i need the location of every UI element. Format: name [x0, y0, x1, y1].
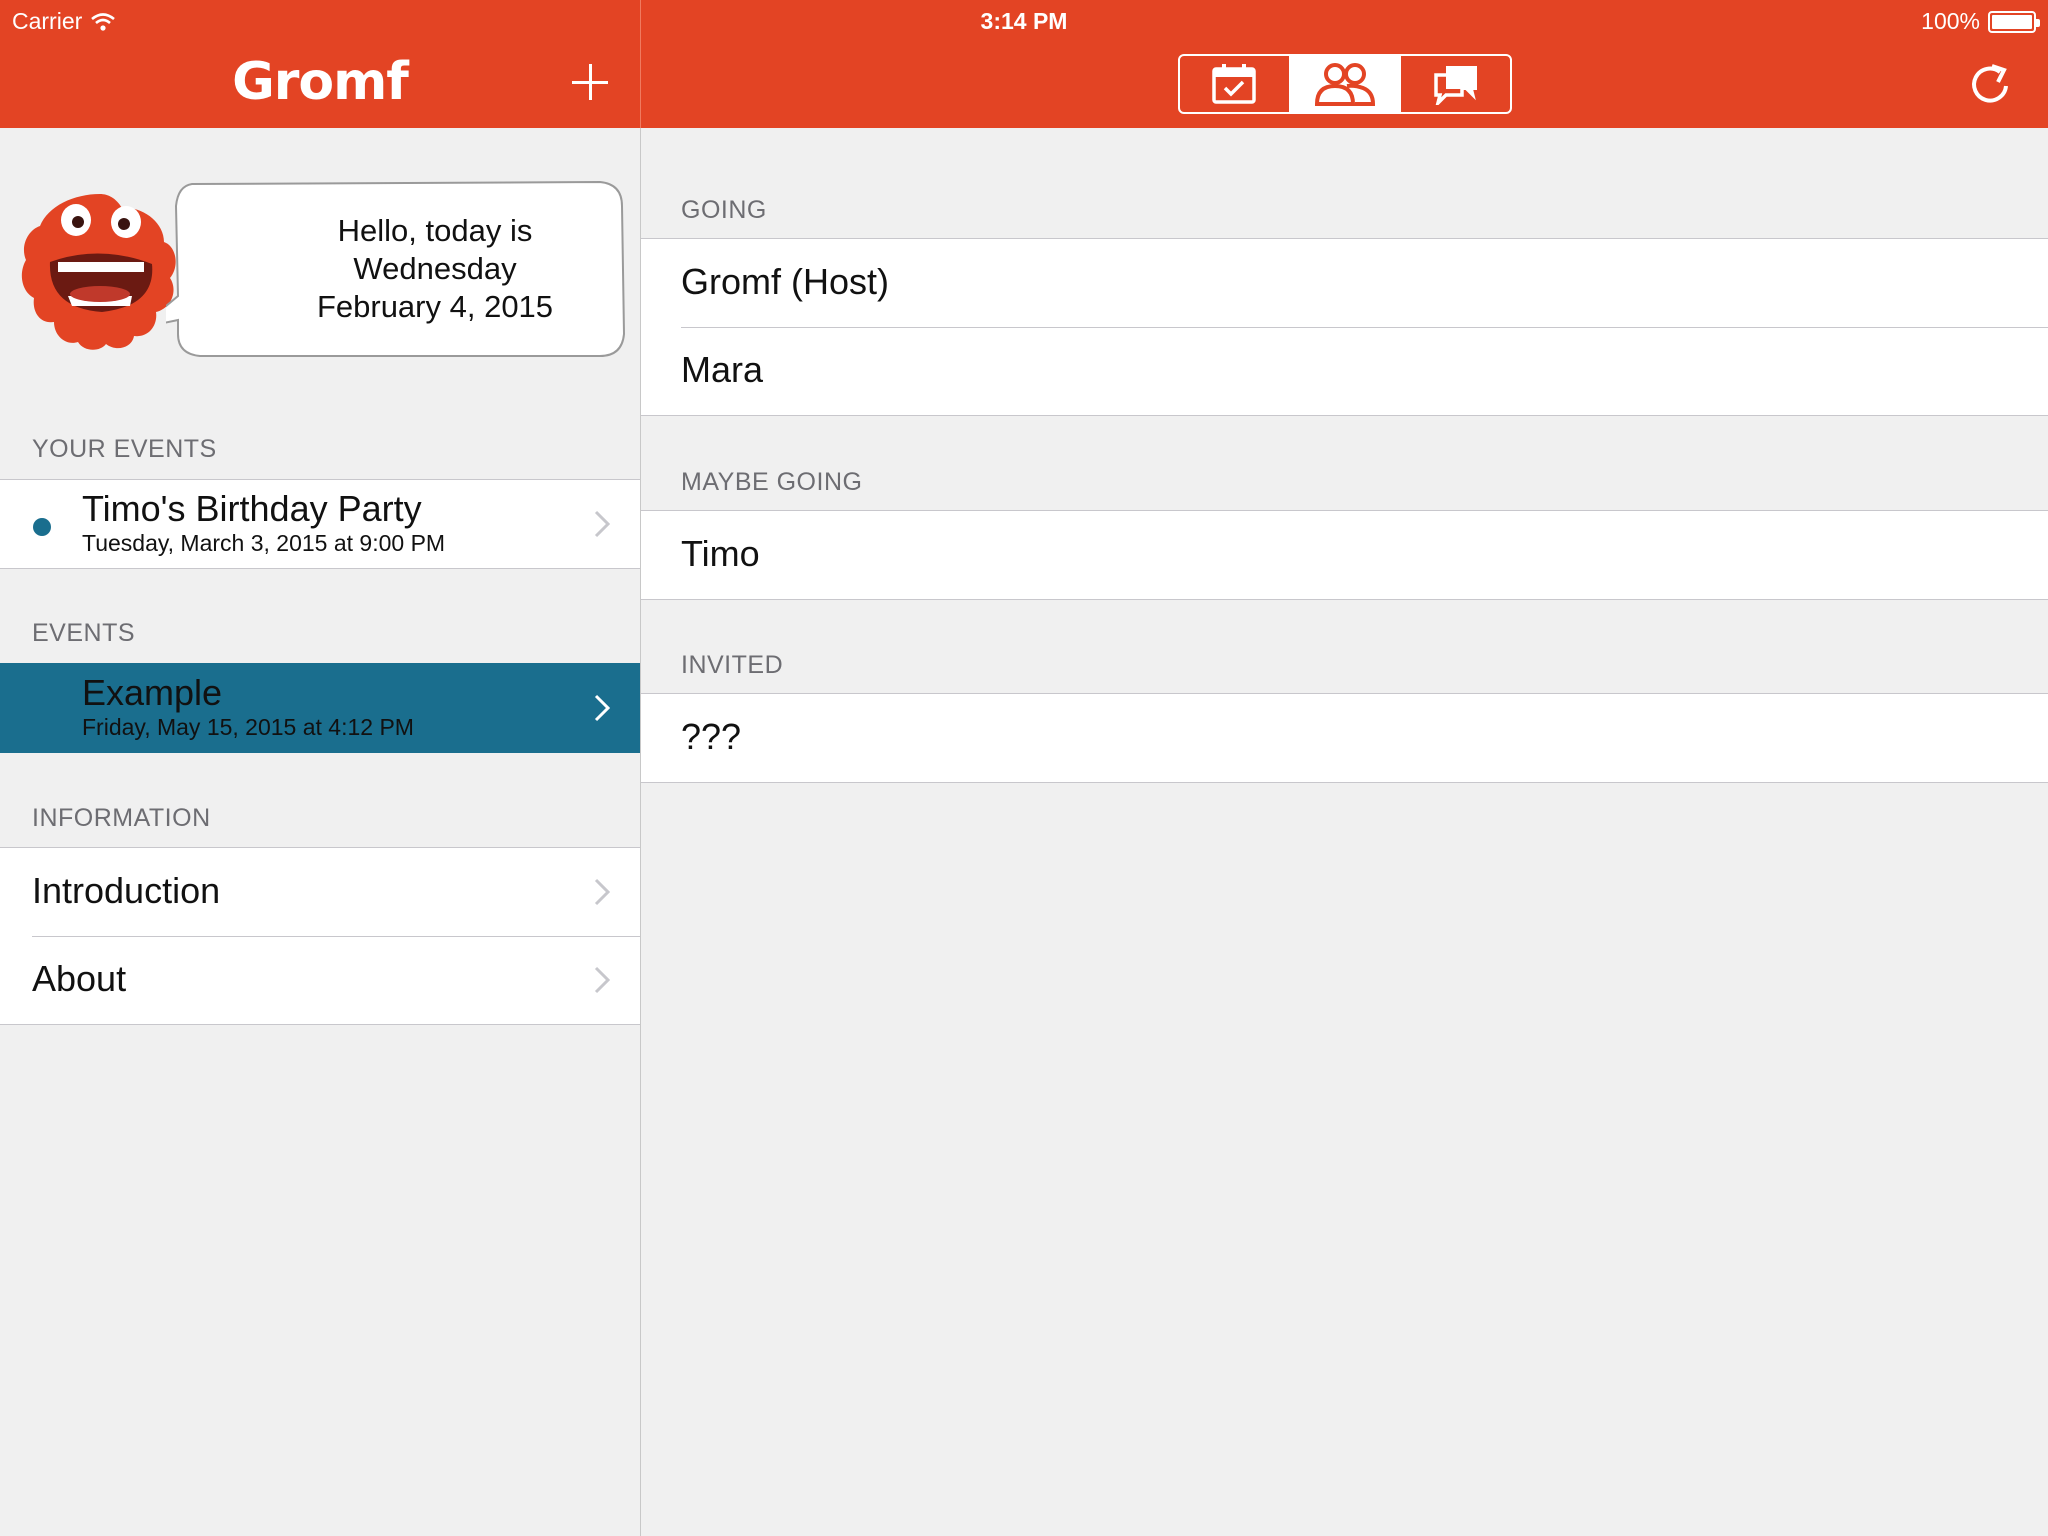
gromf-mascot-icon: [21, 194, 176, 350]
battery-icon: [1988, 10, 2040, 33]
participant-name: Gromf (Host): [681, 261, 890, 302]
event-row-example[interactable]: Example Friday, May 15, 2015 at 4:12 PM: [0, 664, 640, 752]
participants-panel: GOING Gromf (Host) Mara MAYBE GOING Timo…: [641, 128, 2048, 1536]
tab-chat[interactable]: [1401, 56, 1510, 112]
events-list: Example Friday, May 15, 2015 at 4:12 PM: [0, 663, 640, 753]
participant-name: Mara: [681, 349, 764, 390]
section-header-maybe-going: MAYBE GOING: [681, 468, 863, 496]
refresh-button[interactable]: [1966, 60, 2014, 108]
chat-bubbles-icon: [1433, 66, 1477, 105]
event-title: Example: [82, 672, 223, 713]
battery-level: [1992, 14, 2032, 29]
chevron-right-icon: [594, 694, 610, 722]
information-list: Introduction About: [0, 847, 640, 1025]
participant-name: Timo: [681, 533, 760, 574]
app-logo: Gromf: [232, 52, 409, 112]
info-row-about[interactable]: About: [0, 936, 640, 1024]
going-list: Gromf (Host) Mara: [641, 238, 2048, 416]
add-event-button[interactable]: [570, 62, 610, 102]
info-label: Introduction: [32, 870, 221, 911]
section-header-your-events: YOUR EVENTS: [32, 435, 217, 463]
participant-row[interactable]: Mara: [641, 327, 2048, 415]
navigation-bar: Carrier 3:14 PM 100% Gromf: [0, 0, 2048, 128]
participant-name: ???: [681, 716, 742, 757]
greeting-text: Hello, today is Wednesday February 4, 20…: [316, 213, 554, 324]
split-divider-top: [640, 0, 641, 128]
maybe-going-list: Timo: [641, 510, 2048, 600]
info-label: About: [32, 958, 127, 999]
event-row-timos-birthday-party[interactable]: Timo's Birthday Party Tuesday, March 3, …: [0, 480, 640, 568]
participant-row[interactable]: Gromf (Host): [641, 239, 2048, 327]
tab-participants[interactable]: [1290, 56, 1402, 112]
participant-row[interactable]: ???: [641, 694, 2048, 782]
info-row-introduction[interactable]: Introduction: [0, 848, 640, 936]
event-date: Friday, May 15, 2015 at 4:12 PM: [82, 714, 414, 740]
tab-event-details[interactable]: [1180, 56, 1291, 112]
event-owner-dot: [33, 518, 51, 536]
section-header-going: GOING: [681, 196, 767, 224]
calendar-check-icon: [1212, 64, 1257, 104]
section-header-invited: INVITED: [681, 651, 784, 679]
your-events-list: Timo's Birthday Party Tuesday, March 3, …: [0, 479, 640, 569]
clock: 3:14 PM: [980, 8, 1068, 34]
chevron-right-icon: [594, 966, 610, 994]
invited-list: ???: [641, 693, 2048, 783]
people-icon: [1314, 63, 1376, 106]
chevron-right-icon: [594, 878, 610, 906]
chevron-right-icon: [594, 510, 610, 538]
battery-percent: 100%: [1921, 8, 1980, 34]
sidebar: Hello, today is Wednesday February 4, 20…: [0, 128, 640, 1536]
section-header-events: EVENTS: [32, 619, 136, 647]
event-title: Timo's Birthday Party: [82, 488, 422, 529]
section-header-information: INFORMATION: [32, 804, 211, 832]
detail-tab-control: [1178, 54, 1512, 114]
status-bar: Carrier 3:14 PM 100%: [0, 0, 2048, 40]
participant-row[interactable]: Timo: [641, 511, 2048, 599]
event-date: Tuesday, March 3, 2015 at 9:00 PM: [82, 530, 446, 556]
refresh-icon: [1972, 64, 2008, 103]
